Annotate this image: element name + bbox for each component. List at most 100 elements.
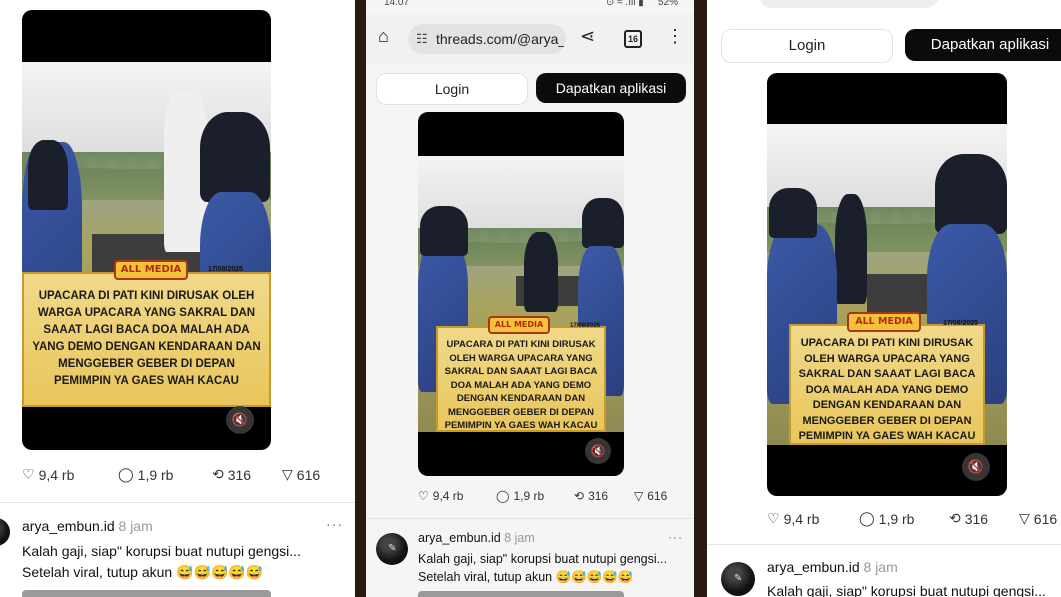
reply-time: 8 jam xyxy=(118,518,153,534)
heart-icon: ♡ xyxy=(22,466,35,482)
muted-speaker-icon[interactable]: 🔇 xyxy=(962,453,990,481)
username[interactable]: arya_embun.id xyxy=(767,559,860,575)
login-button[interactable]: Login xyxy=(721,29,893,63)
reply-button[interactable]: ◯ 1,9 rb xyxy=(118,466,212,483)
reply-text-line1: Kalah gaji, siap" korupsi buat nutupi ge… xyxy=(22,543,301,559)
caption-date: 17/08/2025 xyxy=(943,320,979,327)
get-app-button[interactable]: Dapatkan aplikasi xyxy=(905,29,1061,61)
more-options-icon[interactable]: ··· xyxy=(326,516,343,532)
battery-level: 52% xyxy=(658,0,679,8)
reply-text-line2: Setelah viral, tutup akun 😅😅😅😅😅 xyxy=(418,570,634,584)
caption-date: 17/08/2025 xyxy=(208,266,244,273)
like-button[interactable]: ♡ 9,4 rb xyxy=(767,510,859,527)
reply-button[interactable]: ◯ 1,9 rb xyxy=(496,489,574,503)
reply-text-line2: Setelah viral, tutup akun 😅😅😅😅😅 xyxy=(22,564,264,580)
hijab-head xyxy=(28,140,68,210)
send-icon: ▽ xyxy=(1019,510,1030,526)
video-caption: UPACARA DI PATI KINI DIRUSAK OLEH WARGA … xyxy=(789,324,985,445)
tab-switcher-icon[interactable]: 16 xyxy=(624,30,642,48)
address-bar[interactable]: ☷ threads.com/@arya_ xyxy=(408,24,566,54)
screenshot-panel-middle: 14.07 ⊙ ≈ .ıll ▮ 52% ⌂ ☷ threads.com/@ar… xyxy=(366,0,694,597)
hijab-person xyxy=(835,194,867,304)
muted-speaker-icon[interactable]: 🔇 xyxy=(585,438,611,464)
menu-icon[interactable]: ⋮ xyxy=(666,26,684,47)
next-media-thumbnail[interactable] xyxy=(418,591,624,597)
send-icon: ▽ xyxy=(282,466,293,482)
repost-count: 316 xyxy=(964,510,989,527)
reply-text-line1: Kalah gaji, siap" korupsi buat nutupi ge… xyxy=(418,552,668,566)
comment-bubble-icon: ◯ xyxy=(859,510,875,526)
like-button[interactable]: ♡ 9,4 rb xyxy=(418,489,496,503)
share-count: 616 xyxy=(647,489,668,503)
like-count: 9,4 rb xyxy=(783,510,820,527)
video-player[interactable]: UPACARA DI PATI KINI DIRUSAK OLEH WARGA … xyxy=(418,112,624,476)
repost-count: 316 xyxy=(588,489,609,503)
hijab-head xyxy=(769,188,817,238)
browser-toolbar: ⌂ ☷ threads.com/@arya_ ⋖ 16 ⋮ xyxy=(366,14,694,64)
site-settings-icon[interactable]: ☷ xyxy=(416,24,428,54)
video-player[interactable]: UPACARA DI PATI KINI DIRUSAK OLEH WARGA … xyxy=(22,10,271,450)
video-frame: UPACARA DI PATI KINI DIRUSAK OLEH WARGA … xyxy=(418,156,624,432)
like-button[interactable]: ♡ 9,4 rb xyxy=(22,466,118,483)
video-player[interactable]: UPACARA DI PATI KINI DIRUSAK OLEH WARGA … xyxy=(767,73,1007,496)
reply-time: 8 jam xyxy=(863,559,898,575)
more-options-icon[interactable]: ··· xyxy=(668,530,683,544)
send-icon: ▽ xyxy=(634,489,644,503)
username[interactable]: arya_embun.id xyxy=(418,531,501,545)
share-button[interactable]: ▽ 616 xyxy=(1019,510,1057,527)
status-icons: ⊙ ≈ .ıll ▮ xyxy=(606,0,644,8)
share-count: 616 xyxy=(1033,510,1058,527)
share-button[interactable]: ▽ 616 xyxy=(634,489,667,503)
reply-author[interactable]: arya_embun.id 8 jam xyxy=(418,531,535,545)
reply-button[interactable]: ◯ 1,9 rb xyxy=(859,510,949,527)
comment-bubble-icon: ◯ xyxy=(496,489,510,503)
reply-author[interactable]: arya_embun.id 8 jam xyxy=(22,518,153,534)
like-count: 9,4 rb xyxy=(432,489,464,503)
songkok-head xyxy=(420,206,468,256)
media-banner: ALL MEDIA xyxy=(114,260,188,280)
share-button[interactable]: ▽ 616 xyxy=(282,466,320,483)
repost-count: 316 xyxy=(227,466,252,483)
hijab-person xyxy=(524,232,558,312)
share-icon[interactable]: ⋖ xyxy=(580,26,595,47)
divider xyxy=(0,502,355,503)
avatar[interactable] xyxy=(0,518,10,546)
repost-icon: ⟲ xyxy=(949,510,961,526)
username[interactable]: arya_embun.id xyxy=(22,518,115,534)
status-time: 14.07 xyxy=(384,0,410,8)
get-app-button[interactable]: Dapatkan aplikasi xyxy=(536,73,686,103)
post-stats: ♡ 9,4 rb ◯ 1,9 rb ⟲ 316 ▽ 616 xyxy=(22,466,320,483)
heart-icon: ♡ xyxy=(418,489,429,503)
avatar[interactable] xyxy=(376,533,408,565)
avatar[interactable] xyxy=(721,562,755,596)
repost-icon: ⟲ xyxy=(574,489,585,503)
muted-speaker-icon[interactable]: 🔇 xyxy=(226,406,254,434)
share-count: 616 xyxy=(296,466,321,483)
login-button[interactable]: Login xyxy=(376,73,528,105)
repost-button[interactable]: ⟲ 316 xyxy=(212,466,282,483)
home-icon[interactable]: ⌂ xyxy=(378,26,389,47)
like-count: 9,4 rb xyxy=(38,466,75,483)
reply-author[interactable]: arya_embun.id 8 jam xyxy=(767,559,898,575)
video-caption: UPACARA DI PATI KINI DIRUSAK OLEH WARGA … xyxy=(436,326,606,432)
url-text: threads.com/@arya_ xyxy=(436,31,566,47)
reply-count: 1,9 rb xyxy=(513,489,545,503)
repost-button[interactable]: ⟲ 316 xyxy=(949,510,1019,527)
reply-time: 8 jam xyxy=(504,531,535,545)
next-media-thumbnail[interactable] xyxy=(22,590,271,597)
media-banner: ALL MEDIA xyxy=(488,316,550,334)
songkok-head-right xyxy=(582,198,624,248)
screenshot-panel-left: UPACARA DI PATI KINI DIRUSAK OLEH WARGA … xyxy=(0,0,355,597)
video-frame: UPACARA DI PATI KINI DIRUSAK OLEH WARGA … xyxy=(767,124,1007,445)
reply-count: 1,9 rb xyxy=(878,510,915,527)
repost-icon: ⟲ xyxy=(212,466,224,482)
address-bar[interactable] xyxy=(759,0,939,8)
status-bar: 14.07 ⊙ ≈ .ıll ▮ 52% xyxy=(366,0,694,10)
songkok-person xyxy=(200,112,270,202)
repost-button[interactable]: ⟲ 316 xyxy=(574,489,634,503)
media-banner: ALL MEDIA xyxy=(847,312,921,332)
reply-text-line1: Kalah gaji, siap" korupsi buat nutupi ge… xyxy=(767,583,1046,597)
video-frame: UPACARA DI PATI KINI DIRUSAK OLEH WARGA … xyxy=(22,62,271,407)
divider xyxy=(366,518,694,519)
post-stats: ♡ 9,4 rb ◯ 1,9 rb ⟲ 316 ▽ 616 xyxy=(418,489,667,503)
